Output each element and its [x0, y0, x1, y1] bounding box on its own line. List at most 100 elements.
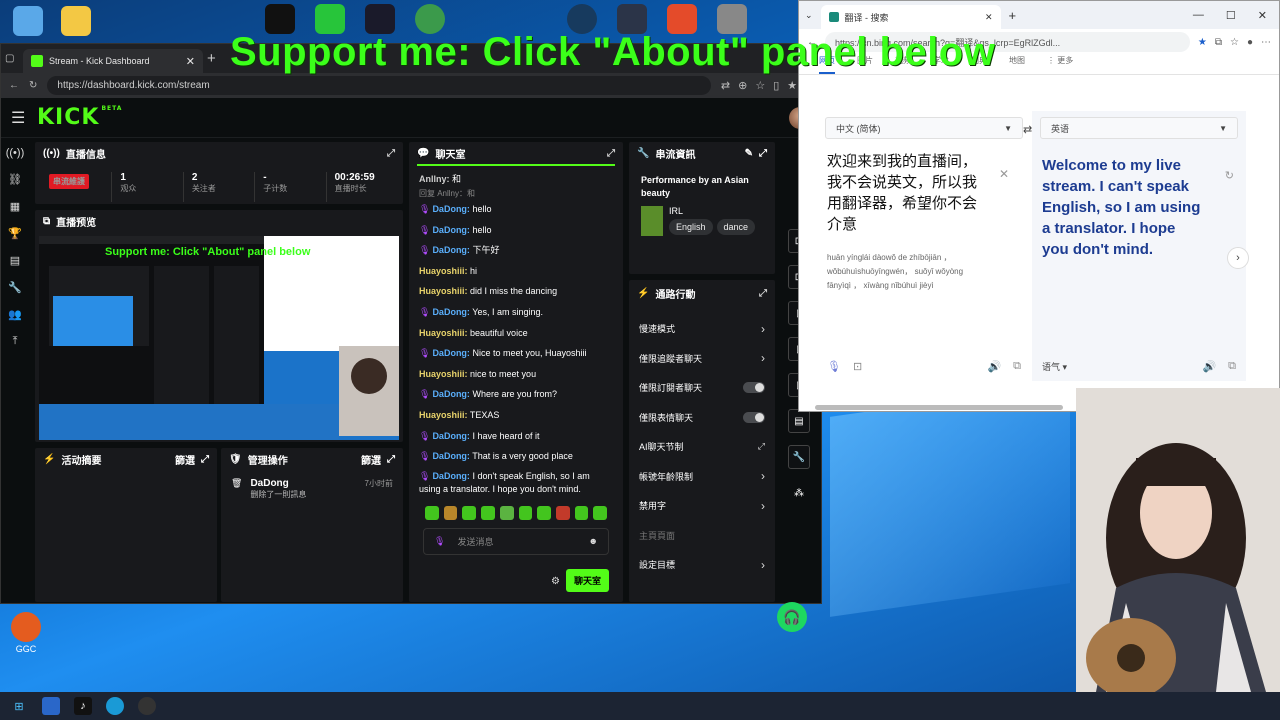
quick-action-row[interactable]: 僅限追蹤者聊天 › — [629, 344, 775, 374]
emote-icon[interactable] — [593, 505, 608, 520]
chat-username[interactable]: DaDong: — [432, 471, 470, 481]
new-tab-icon[interactable]: + — [1009, 8, 1017, 23]
refresh-icon[interactable]: ↻ — [1225, 169, 1234, 182]
chat-username[interactable]: Huayoshiii: — [419, 266, 468, 276]
favorite-star-icon[interactable]: ☆ — [755, 79, 765, 92]
zoom-icon[interactable]: ⊕ — [738, 79, 747, 92]
chat-username[interactable]: DaDong: — [432, 204, 470, 214]
minimize-icon[interactable]: — — [1193, 9, 1204, 22]
tiktok-icon[interactable]: ♪ — [74, 697, 92, 715]
chat-username[interactable]: Huayoshiii: — [419, 410, 468, 420]
chat-username[interactable]: DaDong: — [432, 431, 470, 441]
toggle-switch[interactable] — [743, 382, 765, 394]
edit-pencil-icon[interactable]: ✎ — [745, 148, 753, 159]
emote-icon[interactable] — [499, 505, 514, 520]
maximize-icon[interactable]: ☐ — [1226, 9, 1236, 22]
help-headset-icon[interactable]: 🎧 — [777, 602, 807, 632]
refresh-icon[interactable]: ↻ — [29, 80, 37, 91]
translate-icon[interactable]: ⇄ — [721, 79, 730, 92]
chat-input[interactable]: 🎙 发送消息 ☻ — [423, 527, 609, 555]
stats-icon[interactable]: ▦ — [1, 193, 29, 220]
more-icon[interactable]: ⋯ — [1261, 37, 1271, 48]
emote-icon[interactable] — [462, 505, 477, 520]
tab-menu-icon[interactable]: ▢ — [5, 53, 19, 64]
copy-icon[interactable]: ⧉ — [1228, 360, 1236, 373]
popout-icon[interactable]: ⤢ — [759, 148, 767, 159]
chat-username[interactable]: DaDong: — [432, 245, 470, 255]
live-status-badge[interactable]: 串流維護 — [49, 174, 89, 189]
quick-action-row[interactable]: AI聊天节制 ⤢ — [629, 432, 775, 462]
desktop-icon-ggc[interactable]: GGC — [4, 612, 48, 654]
popout-icon[interactable]: ⤢ — [607, 148, 615, 159]
quick-action-row[interactable]: 禁用字 › — [629, 491, 775, 521]
kick-logo[interactable]: KICK BETA — [37, 105, 122, 130]
link-icon[interactable]: ⛓ — [1, 166, 29, 193]
filter-button[interactable]: 篩選 — [175, 452, 195, 467]
bing-tab[interactable]: 地图 — [1009, 55, 1025, 74]
popout-icon[interactable]: ⤢ — [387, 454, 395, 465]
filter-button[interactable]: 篩選 — [361, 452, 381, 467]
emote-icon[interactable] — [518, 505, 533, 520]
close-tab-icon[interactable]: ✕ — [186, 55, 195, 68]
target-language-select[interactable]: 英语 ▼ — [1040, 117, 1238, 139]
quick-action-row[interactable]: 帳號年齡限制 › — [629, 462, 775, 492]
tab-translate[interactable]: 翻译 - 搜索 ✕ — [820, 5, 1001, 29]
layout-icon[interactable]: ▤ — [1, 247, 29, 274]
settings-gear-icon[interactable]: ⚙ — [551, 576, 560, 587]
emote-icon[interactable] — [537, 505, 551, 520]
bing-tab[interactable]: ⋮ 更多 — [1047, 55, 1073, 74]
toggle-switch[interactable] — [743, 411, 765, 423]
quick-action-row[interactable]: 慢速模式 › — [629, 314, 775, 344]
emote-icon[interactable] — [481, 505, 495, 520]
layout-icon[interactable]: ▤ — [788, 409, 810, 433]
desktop-icon-folder[interactable] — [54, 6, 98, 38]
copy-icon[interactable]: ⧉ — [1013, 360, 1021, 373]
emote-icon[interactable] — [425, 505, 439, 520]
swap-languages-icon[interactable]: ⇄ — [1023, 123, 1032, 136]
horizontal-scrollbar[interactable] — [815, 405, 1063, 410]
windows-start-icon[interactable]: ⊞ — [10, 697, 28, 715]
obs-icon[interactable] — [138, 697, 156, 715]
chat-username[interactable]: DaDong: — [432, 348, 470, 358]
quick-action-row[interactable]: 設定目標 › — [629, 550, 775, 580]
emote-icon[interactable] — [443, 505, 458, 520]
menu-icon[interactable]: ☰ — [11, 108, 37, 128]
close-tab-icon[interactable]: ✕ — [985, 12, 993, 23]
popout-icon[interactable]: ⤢ — [759, 288, 767, 299]
clear-icon[interactable]: ✕ — [999, 167, 1009, 181]
upload-icon[interactable]: ⤒ — [1, 328, 29, 355]
back-icon[interactable]: ← — [9, 80, 19, 91]
tone-select[interactable]: 语气 ▾ — [1042, 360, 1067, 373]
chat-username[interactable]: DaDong: — [432, 225, 470, 235]
mic-icon[interactable]: 🎙 — [434, 536, 445, 547]
chat-username[interactable]: Huayoshiii: — [419, 286, 468, 296]
broadcast-icon[interactable]: ((•)) — [1, 139, 29, 166]
emoji-icon[interactable]: ☻ — [589, 536, 598, 546]
extensions-icon[interactable]: ⧉ — [1215, 37, 1222, 48]
camera-scan-icon[interactable]: ⊡ — [853, 360, 862, 373]
taskbar-app-icon[interactable] — [42, 697, 60, 715]
trophy-icon[interactable]: 🏆 — [1, 220, 29, 247]
url-field[interactable]: https://dashboard.kick.com/stream — [47, 76, 711, 95]
edge-icon[interactable] — [106, 697, 124, 715]
favorites-icon[interactable]: ☆ — [1230, 37, 1239, 48]
emote-icon[interactable] — [574, 505, 589, 520]
favorites-icon[interactable]: ★ — [787, 79, 797, 92]
preview-video[interactable]: Support me: Click "About" panel below — [39, 236, 399, 440]
chat-username[interactable]: DaDong: — [432, 451, 470, 461]
desktop-icon-computer[interactable] — [6, 6, 50, 38]
emote-icon[interactable] — [555, 505, 570, 520]
mic-icon[interactable]: 🎙 — [827, 360, 841, 373]
profile-icon[interactable]: ● — [1247, 37, 1253, 48]
chat-username[interactable]: DaDong: — [432, 389, 470, 399]
chat-username[interactable]: DaDong: — [432, 307, 470, 317]
speaker-icon[interactable]: 🔊 — [987, 360, 1001, 373]
close-window-icon[interactable]: ✕ — [1258, 9, 1267, 22]
send-chat-button[interactable]: 聊天室 — [565, 569, 609, 592]
tab-actions-icon[interactable]: ⌄ — [805, 10, 813, 21]
tab-kick-dashboard[interactable]: Stream - Kick Dashboard ✕ — [23, 49, 203, 73]
wrench-icon[interactable]: 🔧 — [788, 445, 810, 469]
source-text[interactable]: 欢迎来到我的直播间，我不会说英文，所以我用翻译器，希望你不会介意 — [817, 145, 997, 241]
favorite-star-icon[interactable]: ★ — [1198, 37, 1207, 48]
source-language-select[interactable]: 中文 (简体) ▼ — [825, 117, 1023, 139]
